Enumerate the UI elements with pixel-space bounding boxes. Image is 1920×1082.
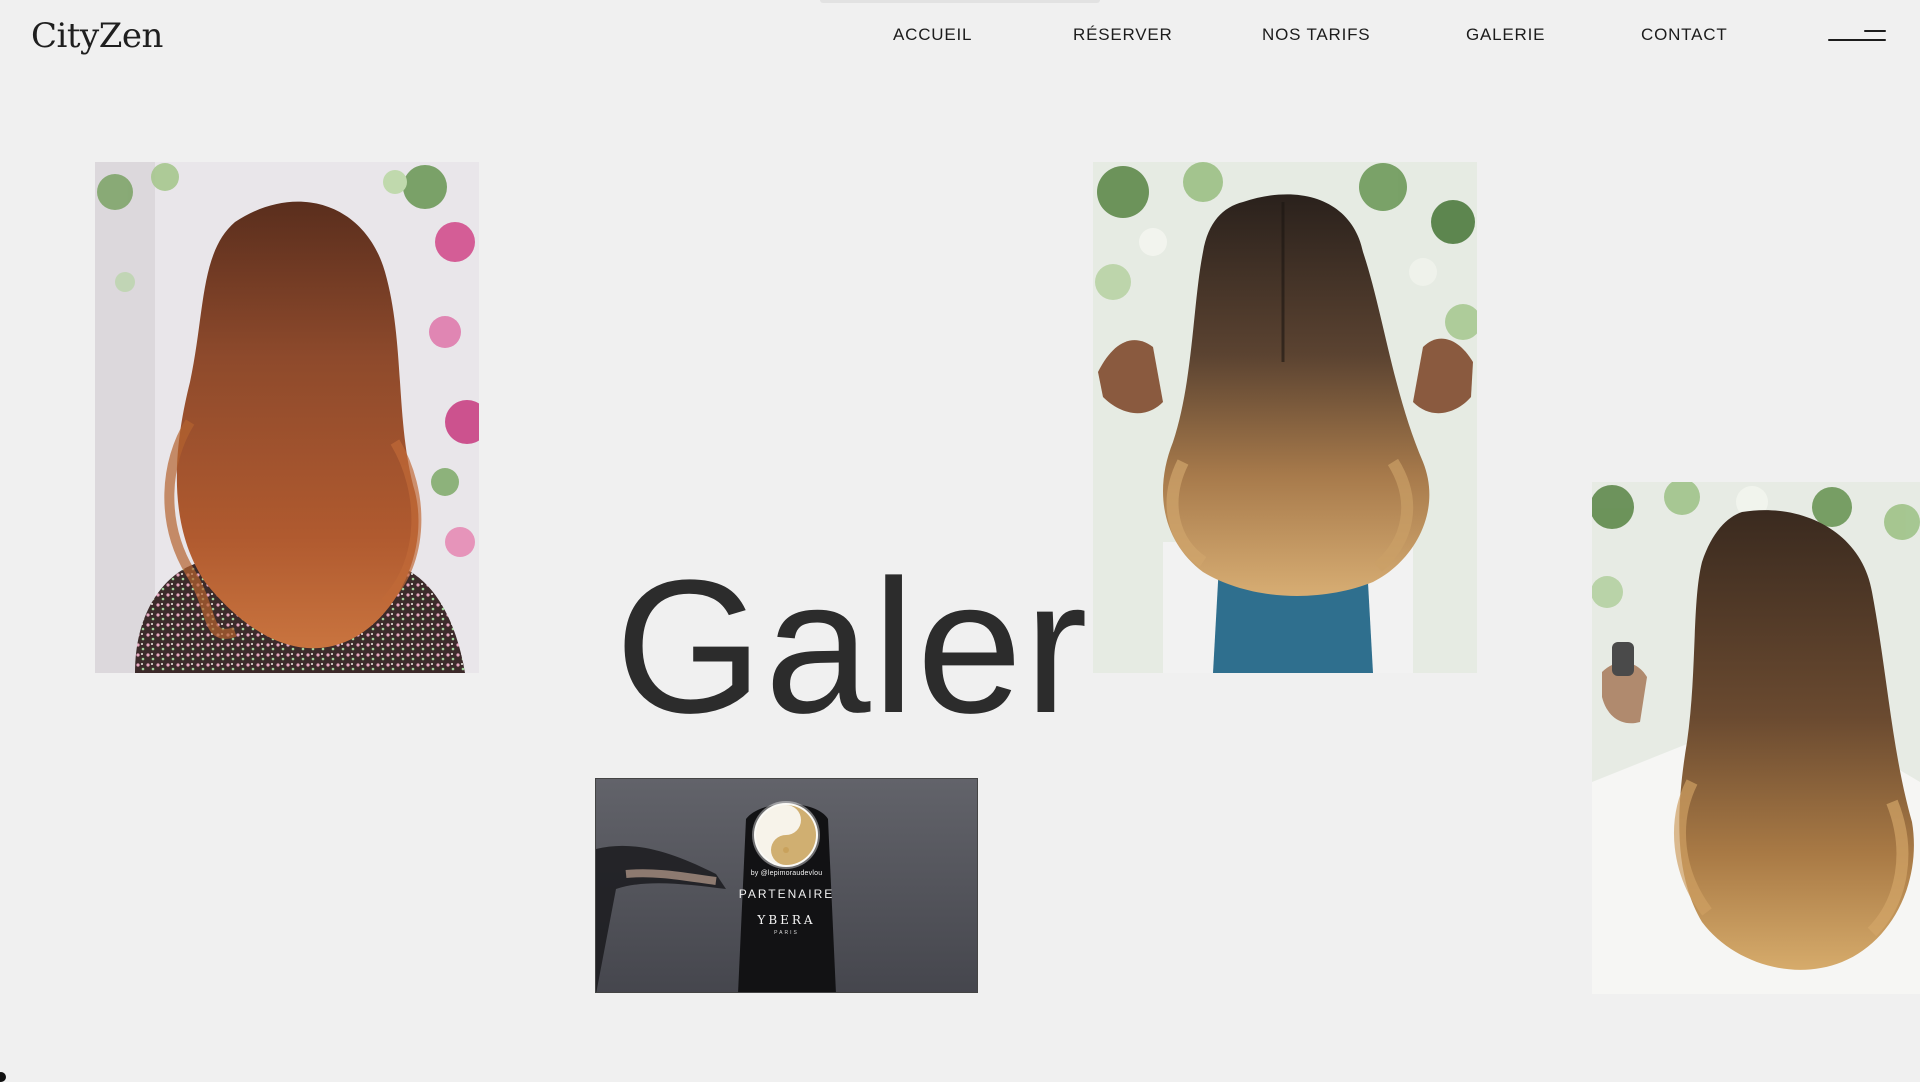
nav-accueil[interactable]: ACCUEIL [893, 25, 972, 45]
yin-yang-logo-icon [754, 803, 818, 867]
gallery-photo-3[interactable] [1592, 482, 1920, 994]
partner-brand: YBERA [757, 913, 816, 927]
gallery-photo-1[interactable] [95, 162, 479, 673]
nav-reserver[interactable]: RÉSERVER [1073, 25, 1173, 45]
menu-bar-bottom [1828, 39, 1886, 41]
hamburger-icon[interactable] [1828, 29, 1886, 45]
nav-nos-tarifs[interactable]: NOS TARIFS [1262, 25, 1370, 45]
video-byline: by @lepimoraudevlou [750, 870, 823, 877]
partner-video[interactable]: by @lepimoraudevlou PARTENAIRE YBERA PAR… [595, 778, 978, 993]
partner-label: PARTENAIRE [738, 887, 835, 901]
video-overlay: by @lepimoraudevlou PARTENAIRE YBERA PAR… [596, 779, 977, 992]
menu-bar-top [1864, 30, 1886, 32]
nav-galerie[interactable]: GALERIE [1466, 25, 1545, 45]
page-title: Galer [615, 541, 1090, 754]
gallery-photo-2[interactable] [1093, 162, 1477, 673]
partner-brand-sub: PARIS [774, 930, 799, 936]
top-scroll-indicator [820, 0, 1100, 3]
corner-cursor-dot [0, 1072, 6, 1082]
nav-contact[interactable]: CONTACT [1641, 25, 1728, 45]
main-nav: ACCUEIL RÉSERVER NOS TARIFS GALERIE CONT… [0, 25, 1920, 49]
